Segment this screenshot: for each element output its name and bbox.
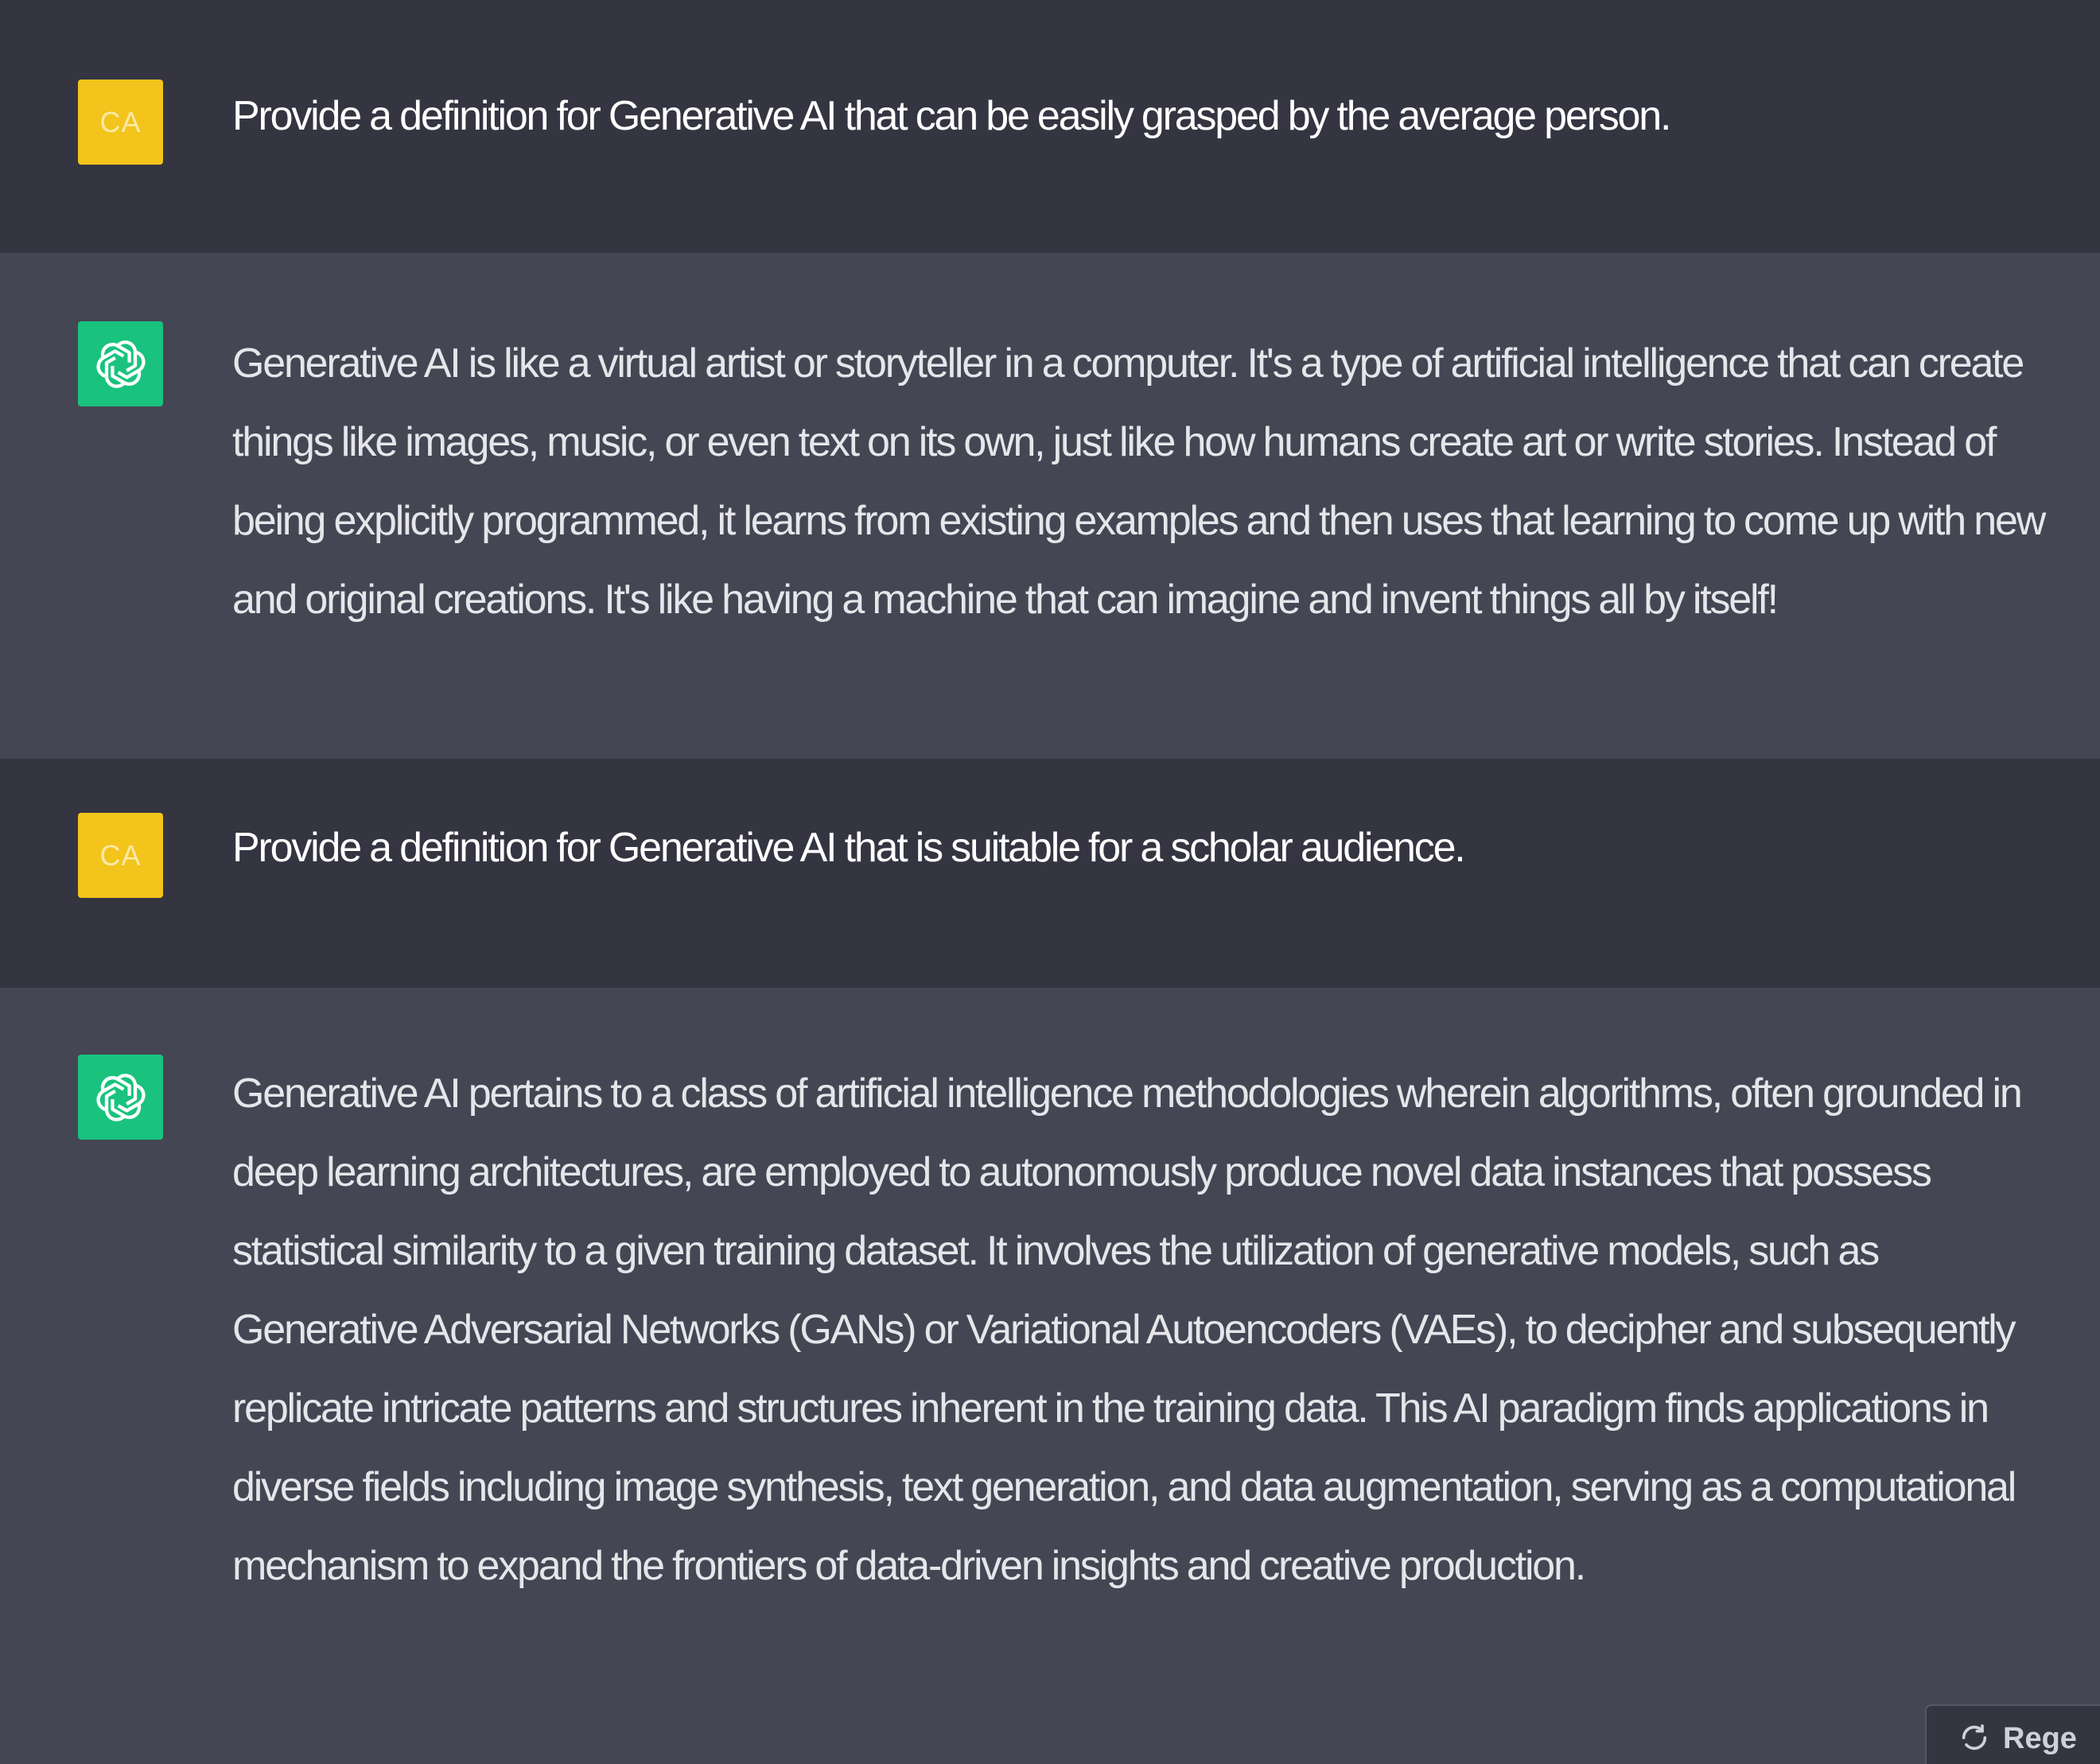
openai-logo-icon (95, 1073, 146, 1121)
regenerate-label: Rege (2003, 1722, 2077, 1755)
user-message-text: Provide a definition for Generative AI t… (232, 825, 1466, 871)
user-message: CA Provide a definition for Generative A… (0, 0, 2100, 253)
assistant-avatar (78, 1055, 163, 1140)
assistant-message: Generative AI is like a virtual artist o… (0, 253, 2100, 759)
regenerate-response-button[interactable]: Rege (1925, 1704, 2100, 1764)
assistant-message-text: Generative AI pertains to a class of art… (232, 1070, 2023, 1589)
assistant-message-text: Generative AI is like a virtual artist o… (232, 340, 2046, 623)
user-message-text: Provide a definition for Generative AI t… (232, 93, 1671, 139)
chat-thread: CA Provide a definition for Generative A… (0, 0, 2100, 1764)
assistant-avatar (78, 321, 163, 406)
user-message: CA Provide a definition for Generative A… (0, 759, 2100, 988)
openai-logo-icon (95, 340, 146, 388)
user-avatar: CA (78, 80, 163, 165)
user-avatar: CA (78, 813, 163, 898)
user-avatar-initials: CA (99, 105, 142, 138)
assistant-message: Generative AI pertains to a class of art… (0, 988, 2100, 1764)
refresh-icon (1958, 1722, 1990, 1762)
user-avatar-initials: CA (99, 838, 142, 872)
